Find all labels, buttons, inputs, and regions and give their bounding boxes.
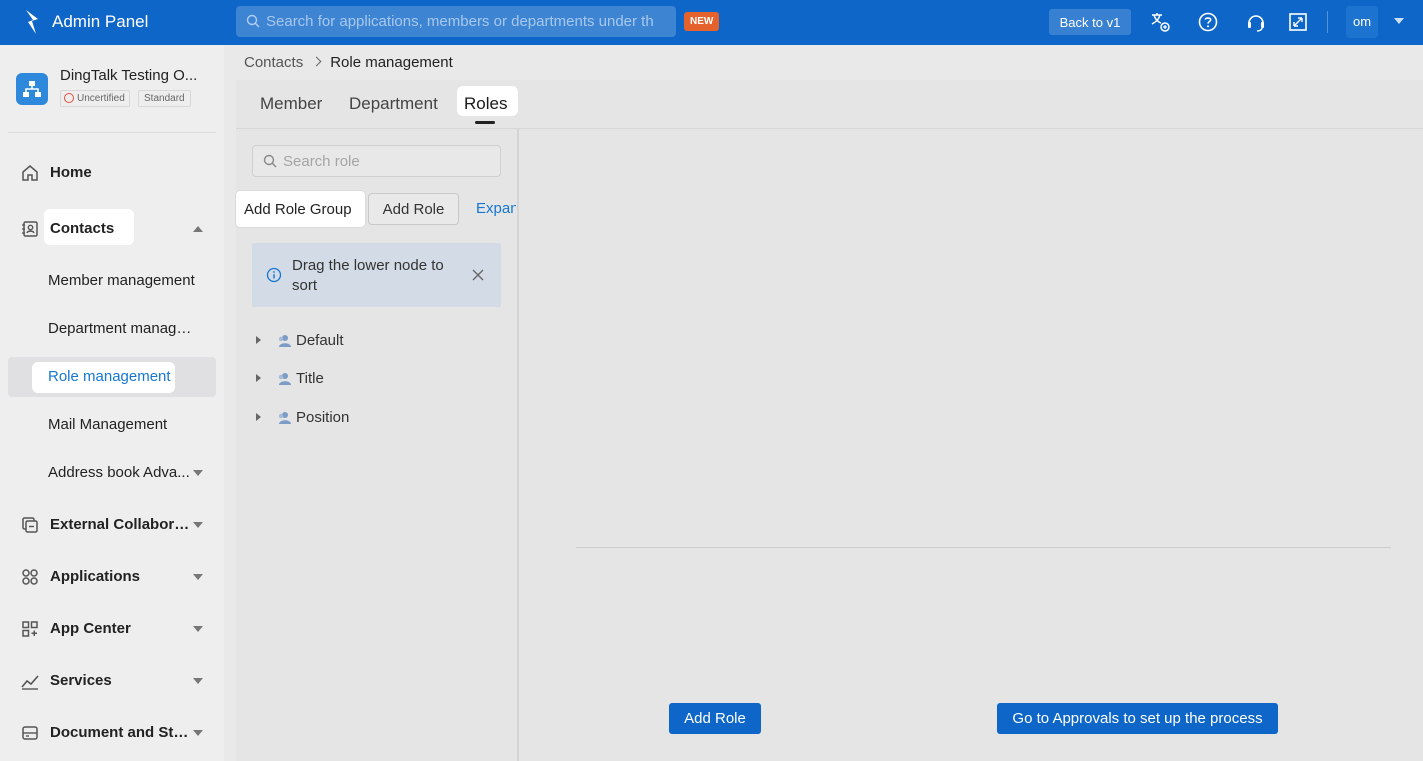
sidebar-subitem-member-management[interactable]: Member management bbox=[0, 263, 224, 299]
sidebar-item-external-collaboration[interactable]: External Collabora... bbox=[0, 507, 224, 543]
go-to-approvals-button[interactable]: Go to Approvals to set up the process bbox=[997, 703, 1278, 734]
active-tab-indicator bbox=[475, 121, 495, 124]
role-group-label: Default bbox=[296, 332, 344, 349]
expand-caret-icon[interactable] bbox=[256, 374, 261, 382]
sidebar-item-label: Contacts bbox=[50, 220, 115, 237]
applications-icon bbox=[22, 569, 38, 585]
user-avatar[interactable]: om bbox=[1346, 6, 1378, 38]
sidebar-item-label: Services bbox=[50, 672, 112, 689]
topbar-divider bbox=[1327, 11, 1328, 33]
app-center-icon bbox=[22, 621, 38, 637]
account-dropdown-caret-icon[interactable] bbox=[1394, 18, 1404, 24]
role-panel-divider[interactable] bbox=[517, 129, 519, 761]
role-search-input[interactable] bbox=[283, 146, 493, 176]
org-chart-icon bbox=[23, 81, 41, 97]
sort-info-text: Drag the lower node to sort bbox=[292, 257, 444, 294]
expand-arrow-icon[interactable] bbox=[193, 574, 203, 580]
contacts-icon bbox=[22, 221, 38, 237]
expand-arrow-icon[interactable] bbox=[193, 470, 203, 476]
tabs-divider bbox=[236, 128, 1423, 129]
add-role-button[interactable]: Add Role bbox=[368, 193, 459, 225]
breadcrumb-current: Role management bbox=[330, 54, 453, 71]
sidebar-subitem-label: Address book Adva... bbox=[48, 464, 190, 481]
sidebar-subitem-label: Role management bbox=[48, 368, 171, 385]
dingtalk-logo-icon bbox=[26, 10, 38, 34]
breadcrumb-chevron-icon bbox=[311, 56, 322, 67]
sidebar-subitem-label: Member management bbox=[48, 272, 195, 289]
sidebar-subitem-label: Mail Management bbox=[48, 416, 168, 433]
sidebar-subitem-mail-management[interactable]: Mail Management bbox=[0, 407, 224, 443]
expand-arrow-icon[interactable] bbox=[193, 730, 203, 736]
top-bar: Admin Panel NEW Back to v1 om bbox=[0, 0, 1423, 45]
translate-icon[interactable] bbox=[1149, 11, 1171, 33]
breadcrumb: Contacts Role management bbox=[244, 54, 453, 71]
close-icon[interactable] bbox=[471, 268, 485, 282]
trend-chart-icon bbox=[21, 675, 39, 690]
sidebar-item-label: Document and Sto... bbox=[50, 724, 190, 741]
role-group-position[interactable]: Position bbox=[252, 403, 512, 433]
expand-arrow-icon[interactable] bbox=[193, 678, 203, 684]
home-icon bbox=[22, 165, 38, 181]
sidebar-divider bbox=[8, 132, 216, 133]
sort-info-alert: Drag the lower node to sort bbox=[252, 243, 501, 307]
role-group-icon bbox=[278, 335, 291, 347]
org-name[interactable]: DingTalk Testing O... bbox=[60, 67, 210, 84]
sidebar-subitem-label: Department manage... bbox=[48, 320, 196, 337]
help-icon[interactable] bbox=[1197, 11, 1219, 33]
collapse-arrow-icon[interactable] bbox=[193, 226, 203, 232]
uncertified-label: Uncertified bbox=[77, 93, 125, 104]
role-group-title[interactable]: Title bbox=[252, 364, 512, 394]
sidebar-item-app-center[interactable]: App Center bbox=[0, 611, 224, 647]
role-group-label: Position bbox=[296, 409, 350, 426]
expand-caret-icon[interactable] bbox=[256, 413, 261, 421]
sidebar-item-label: External Collabora... bbox=[50, 516, 190, 533]
tab-department[interactable]: Department bbox=[349, 94, 438, 114]
role-group-label: Title bbox=[296, 370, 324, 387]
role-group-icon bbox=[278, 412, 291, 424]
sidebar-subitem-department-management[interactable]: Department manage... bbox=[0, 311, 224, 347]
tab-roles[interactable]: Roles bbox=[464, 94, 507, 114]
standard-badge: Standard bbox=[138, 90, 191, 107]
tab-member[interactable]: Member bbox=[260, 94, 322, 114]
role-group-default[interactable]: Default bbox=[252, 326, 512, 356]
sidebar-item-label: Home bbox=[50, 164, 92, 181]
storage-icon bbox=[22, 726, 38, 740]
new-badge: NEW bbox=[684, 12, 720, 31]
empty-state-divider bbox=[576, 547, 1391, 548]
add-role-primary-button[interactable]: Add Role bbox=[669, 703, 761, 734]
add-role-group-button[interactable]: Add Role Group bbox=[236, 191, 365, 227]
uncertified-badge[interactable]: Uncertified bbox=[60, 90, 130, 107]
expand-caret-icon[interactable] bbox=[256, 336, 261, 344]
search-icon bbox=[246, 14, 260, 28]
sidebar-item-contacts[interactable]: Contacts bbox=[0, 211, 224, 247]
app-title: Admin Panel bbox=[52, 12, 149, 31]
global-search[interactable] bbox=[236, 6, 676, 37]
headset-icon[interactable] bbox=[1245, 11, 1267, 33]
sidebar-item-label: App Center bbox=[50, 620, 131, 637]
role-group-icon bbox=[278, 373, 291, 385]
expand-arrow-icon[interactable] bbox=[193, 626, 203, 632]
search-icon bbox=[263, 154, 277, 168]
breadcrumb-contacts-link[interactable]: Contacts bbox=[244, 54, 303, 71]
role-search[interactable] bbox=[252, 145, 501, 177]
fullscreen-icon[interactable] bbox=[1287, 11, 1309, 33]
external-collaboration-icon bbox=[22, 517, 38, 533]
sidebar-item-applications[interactable]: Applications bbox=[0, 559, 224, 595]
sidebar: DingTalk Testing O... Uncertified Standa… bbox=[0, 45, 224, 761]
sidebar-item-label: Applications bbox=[50, 568, 141, 585]
info-icon bbox=[266, 267, 282, 283]
sidebar-item-services[interactable]: Services bbox=[0, 663, 224, 699]
sidebar-subitem-address-book-advanced[interactable]: Address book Adva... bbox=[0, 455, 224, 491]
warning-icon bbox=[64, 93, 74, 103]
back-to-v1-button[interactable]: Back to v1 bbox=[1049, 9, 1131, 35]
sidebar-subitem-role-management[interactable]: Role management bbox=[0, 359, 224, 395]
global-search-input[interactable] bbox=[266, 6, 666, 37]
sidebar-item-document-storage[interactable]: Document and Sto... bbox=[0, 715, 224, 751]
expand-arrow-icon[interactable] bbox=[193, 522, 203, 528]
expand-link[interactable]: Expan bbox=[476, 200, 516, 217]
sidebar-item-home[interactable]: Home bbox=[0, 155, 224, 191]
org-avatar-icon[interactable] bbox=[16, 73, 48, 105]
